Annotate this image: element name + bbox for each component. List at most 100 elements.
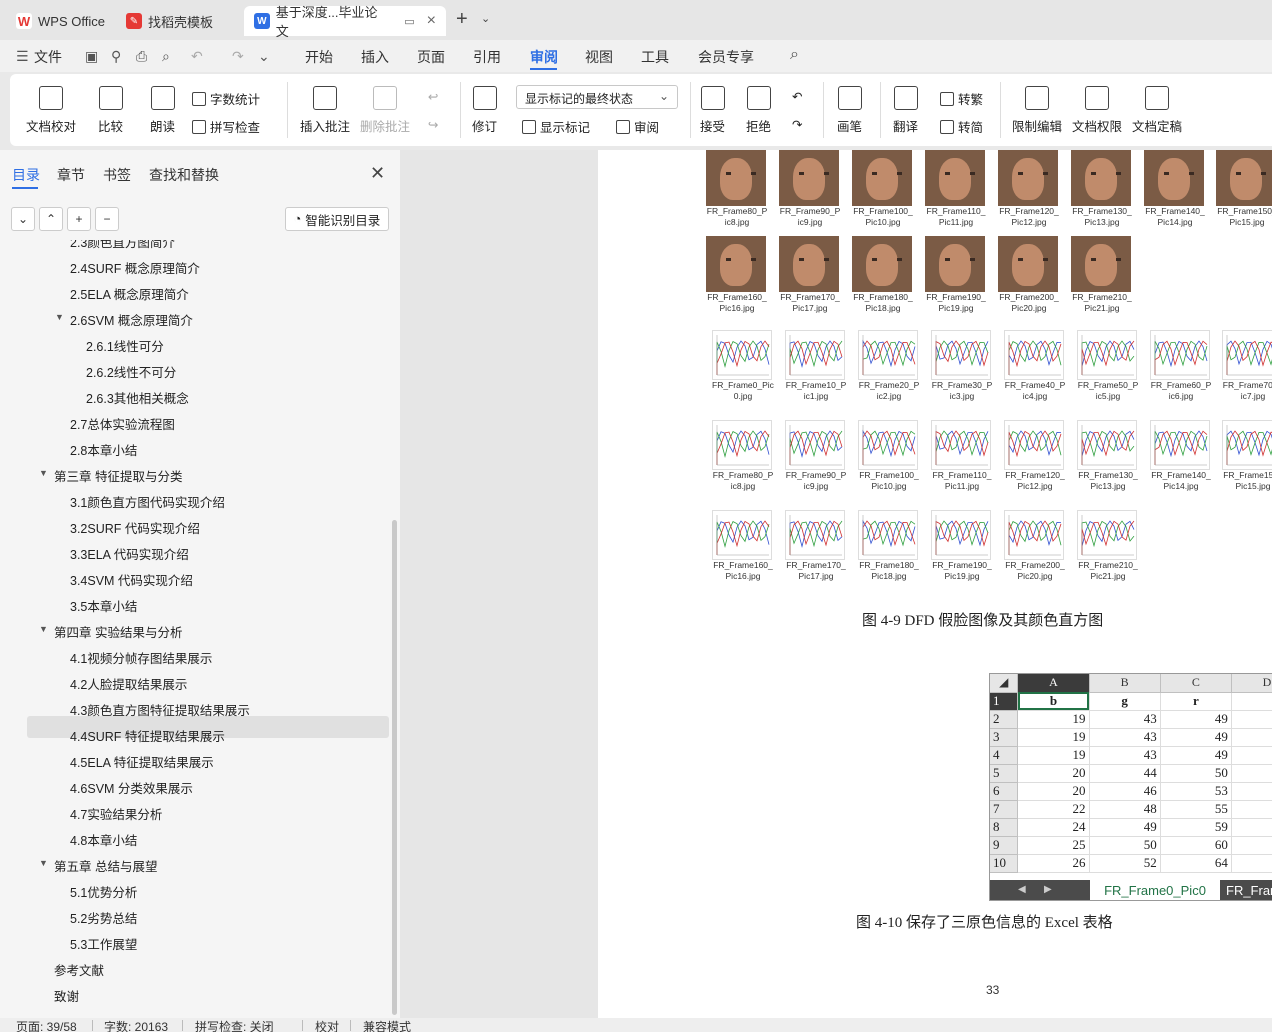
expand-triangle-icon[interactable]: ▼ (39, 468, 48, 478)
next-change-icon[interactable]: ↷ (792, 117, 802, 132)
tab-wps-office[interactable]: W WPS Office (6, 6, 115, 36)
revise-button[interactable]: 修订 (472, 86, 497, 135)
insert-comment-button[interactable]: 插入批注 (300, 86, 350, 135)
proofread-indicator[interactable]: 校对 (315, 1018, 339, 1032)
nav-tab-find-replace[interactable]: 查找和替换 (149, 165, 219, 185)
toc-item[interactable]: ▼ 第三章 特征提取与分类 (39, 466, 182, 485)
nav-tab-bookmarks[interactable]: 书签 (103, 165, 131, 185)
toc-item[interactable]: 4.8本章小结 (70, 830, 137, 849)
show-markup-button[interactable]: 显示标记 (522, 117, 590, 136)
toc-item[interactable]: 2.3颜色直方图简介 (70, 240, 175, 251)
word-count-button[interactable]: 字数统计 (192, 89, 260, 108)
compare-button[interactable]: 比较 (98, 86, 123, 135)
nav-tab-chapters[interactable]: 章节 (57, 165, 85, 185)
doc-permission-button[interactable]: 文档权限 (1072, 86, 1122, 135)
menu-reference[interactable]: 引用 (473, 47, 501, 67)
next-comment-icon[interactable]: ↪ (428, 117, 438, 132)
expand-triangle-icon[interactable]: ▼ (39, 624, 48, 634)
to-simplified-button[interactable]: 转简 (940, 117, 983, 136)
toc-item[interactable]: ▼ 2.6SVM 概念原理简介 (55, 310, 193, 329)
page-indicator[interactable]: 页面: 39/58 (16, 1018, 77, 1032)
translate-button[interactable]: 翻译 (893, 86, 918, 135)
toc-item[interactable]: 4.6SVM 分类效果展示 (70, 778, 193, 797)
toc-item[interactable]: 4.1视频分帧存图结果展示 (70, 648, 212, 667)
doc-finalize-button[interactable]: 文档定稿 (1132, 86, 1182, 135)
toc-item[interactable]: 3.2SURF 代码实现介绍 (70, 518, 200, 537)
menu-tools[interactable]: 工具 (641, 47, 669, 67)
collapse-up-button[interactable]: ⌃ (39, 207, 63, 231)
link-icon[interactable]: ⚲ (111, 48, 121, 65)
expand-triangle-icon[interactable]: ▼ (39, 858, 48, 868)
toc-item[interactable]: 4.5ELA 特征提取结果展示 (70, 752, 214, 771)
toc-item[interactable]: 2.7总体实验流程图 (70, 414, 175, 433)
review-pane-button[interactable]: 审阅 (616, 117, 659, 136)
nav-scrollbar[interactable] (392, 520, 397, 1015)
print-preview-icon[interactable]: ⌕ (162, 48, 170, 65)
delete-comment-button[interactable]: 删除批注 (360, 86, 410, 135)
prev-comment-icon[interactable]: ↩ (428, 89, 438, 104)
to-traditional-button[interactable]: 转繁 (940, 89, 983, 108)
toc-item[interactable]: 2.6.2线性不可分 (86, 362, 176, 381)
save-icon[interactable]: ▣ (85, 48, 98, 65)
toc-item[interactable]: 致谢 (54, 986, 79, 1005)
search-icon[interactable]: ⌕ (790, 46, 799, 64)
toc-item[interactable]: 2.6.1线性可分 (86, 336, 164, 355)
close-tab-icon[interactable]: × (427, 12, 436, 30)
close-icon[interactable]: ✕ (370, 163, 385, 184)
toc-item[interactable]: 3.1颜色直方图代码实现介绍 (70, 492, 225, 511)
window-icon[interactable]: ▭ (404, 15, 414, 28)
toc-item[interactable]: 4.4SURF 特征提取结果展示 (70, 726, 225, 745)
remove-heading-button[interactable]: − (95, 207, 119, 231)
nav-tab-toc[interactable]: 目录 (12, 165, 40, 185)
undo-icon[interactable]: ↶ (191, 48, 203, 65)
accept-button[interactable]: 接受 (700, 86, 725, 135)
expand-triangle-icon[interactable]: ▼ (55, 312, 64, 322)
histogram-thumbnail: FR_Frame60_Pic6.jpg (1150, 330, 1211, 402)
toc-item[interactable]: 4.2人脸提取结果展示 (70, 674, 187, 693)
toc-item[interactable]: 3.5本章小结 (70, 596, 137, 615)
spell-check-indicator[interactable]: 拼写检查: 关闭 (195, 1018, 274, 1032)
figure-caption-4-10: 图 4-10 保存了三原色信息的 Excel 表格 (856, 915, 1113, 931)
doc-check-button[interactable]: 文档校对 (26, 86, 76, 135)
toc-item[interactable]: 2.8本章小结 (70, 440, 137, 459)
markup-state-select[interactable]: 显示标记的最终状态 ⌄ (516, 85, 678, 109)
print-icon[interactable]: ⎙ (136, 48, 147, 65)
smart-toc-button[interactable]: ◔ 智能识别目录 (285, 207, 389, 231)
menu-page[interactable]: 页面 (417, 47, 445, 67)
toc-item[interactable]: 2.5ELA 概念原理简介 (70, 284, 189, 303)
toc-item[interactable]: 2.4SURF 概念原理简介 (70, 258, 200, 277)
menu-member[interactable]: 会员专享 (698, 47, 754, 67)
toc-item[interactable]: 4.3颜色直方图特征提取结果展示 (70, 700, 250, 719)
toc-item[interactable]: 2.6.3其他相关概念 (86, 388, 189, 407)
tab-document[interactable]: W 基于深度...毕业论文 ▭ × (244, 5, 446, 39)
add-heading-button[interactable]: + (67, 207, 91, 231)
toc-item[interactable]: 5.1优势分析 (70, 882, 137, 901)
ink-button[interactable]: 画笔 (837, 86, 862, 135)
toc-item[interactable]: 5.3工作展望 (70, 934, 137, 953)
toc-item[interactable]: 3.3ELA 代码实现介绍 (70, 544, 189, 563)
menu-insert[interactable]: 插入 (361, 47, 389, 67)
new-tab-icon[interactable]: + (456, 8, 468, 31)
menu-icon[interactable]: ☰ (16, 48, 29, 65)
toc-item[interactable]: ▼ 第四章 实验结果与分析 (39, 622, 182, 641)
redo-icon[interactable]: ↷ (232, 48, 244, 65)
read-aloud-button[interactable]: 朗读 (150, 86, 175, 135)
toc-item[interactable]: 参考文献 (54, 960, 104, 979)
reject-button[interactable]: 拒绝 (746, 86, 771, 135)
menu-file[interactable]: 文件 (34, 47, 62, 67)
toc-item[interactable]: ▼ 第五章 总结与展望 (39, 856, 157, 875)
menu-home[interactable]: 开始 (305, 47, 333, 67)
toc-item[interactable]: 3.4SVM 代码实现介绍 (70, 570, 193, 589)
restrict-edit-button[interactable]: 限制编辑 (1012, 86, 1062, 135)
tab-docer-templates[interactable]: ✎ 找稻壳模板 (116, 6, 223, 36)
collapse-down-button[interactable]: ⌄ (11, 207, 35, 231)
word-count-indicator[interactable]: 字数: 20163 (104, 1018, 168, 1032)
spell-check-button[interactable]: 拼写检查 (192, 117, 260, 136)
menu-view[interactable]: 视图 (585, 47, 613, 67)
chevron-down-icon[interactable]: ⌄ (258, 48, 270, 65)
menu-review[interactable]: 审阅 (530, 47, 558, 67)
toc-item[interactable]: 4.7实验结果分析 (70, 804, 162, 823)
prev-change-icon[interactable]: ↶ (792, 89, 802, 104)
toc-item[interactable]: 5.2劣势总结 (70, 908, 137, 927)
chevron-down-icon[interactable]: ⌄ (481, 12, 490, 25)
